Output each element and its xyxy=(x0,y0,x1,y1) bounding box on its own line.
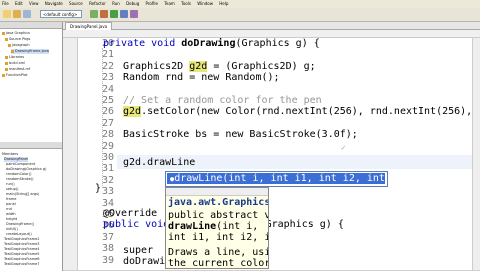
line-number: 30 xyxy=(101,152,114,163)
line-number: 26 xyxy=(101,106,114,118)
code-line: } xyxy=(95,183,102,194)
line-number: 24 xyxy=(101,83,114,95)
save-all-icon[interactable] xyxy=(23,10,31,18)
navigator-tab[interactable] xyxy=(0,142,62,149)
line-number: 38 xyxy=(101,243,114,255)
completion-item-drawline[interactable]: ●drawLine(int i, int i1, int i2, int i3)… xyxy=(167,173,439,184)
fold-guide xyxy=(102,48,103,188)
open-project-icon[interactable] xyxy=(13,10,21,18)
tree-item[interactable]: javagraph xyxy=(8,43,30,48)
editor-tab-bar: DrawingPanel.java xyxy=(63,22,480,30)
code-editor[interactable] xyxy=(63,22,480,270)
nav-item[interactable]: TestGraphicsFrame7 xyxy=(4,262,39,267)
cursor-marker: ✓ xyxy=(341,143,346,152)
build-icon[interactable] xyxy=(90,10,98,18)
tree-item-selected[interactable]: DrawingFrame.java xyxy=(11,49,49,54)
javadoc-signature: public abstract void xyxy=(168,210,268,221)
menu-debug[interactable]: Debug xyxy=(126,1,139,6)
debug-icon[interactable] xyxy=(120,10,128,18)
config-select[interactable]: <default config> xyxy=(40,10,82,18)
line-numbers: 20 21 22 23 24 25 26 27 28 29 30 31 32 3… xyxy=(66,38,116,270)
menu-refactor[interactable]: Refactor xyxy=(89,1,106,6)
line-number: 28 xyxy=(101,129,114,141)
line-number: 25 xyxy=(101,95,114,106)
code-line-current[interactable]: g2d.drawLine xyxy=(123,157,195,168)
javadoc-description: Draws a line, using xyxy=(168,247,268,258)
line-number: 31 xyxy=(101,163,114,175)
menu-window[interactable]: Window xyxy=(197,1,213,6)
projects-panel: Java Graphics Source Pkgs javagraph Draw… xyxy=(0,22,63,142)
code-line: BasicStroke bs = new BasicStroke(3.0f); xyxy=(123,129,358,140)
line-number: 23 xyxy=(101,72,114,84)
line-number: 21 xyxy=(101,49,114,61)
line-number: 27 xyxy=(101,117,114,129)
run-icon[interactable] xyxy=(110,10,118,18)
javadoc-signature: drawLine(int i, xyxy=(168,221,259,232)
code-completion-list: ●drawLine(int i, int i1, int i2, int i3)… xyxy=(165,171,439,187)
code-line: Graphics2D g2d = (Graphics2D) g; xyxy=(123,61,316,72)
vertical-scrollbar[interactable] xyxy=(472,38,480,270)
javadoc-popup: java.awt.Graphics public abstract void d… xyxy=(165,187,269,269)
tab-drawingpanel[interactable]: DrawingPanel.java xyxy=(65,22,113,30)
code-line: super xyxy=(123,245,154,256)
code-line: g2d.setColor(new Color(rnd.nextInt(256),… xyxy=(123,106,480,117)
menu-bar: File Edit View Navigate Source Refactor … xyxy=(0,0,480,8)
tree-item[interactable]: manifest.mf xyxy=(5,67,30,72)
menu-team[interactable]: Team xyxy=(164,1,175,6)
menu-run[interactable]: Run xyxy=(112,1,120,6)
tree-item[interactable]: Java Graphics xyxy=(2,31,30,36)
menu-profile[interactable]: Profile xyxy=(146,1,158,6)
code-comment: // Set a random color for the pen xyxy=(123,95,322,106)
tree-item[interactable]: Source Pkgs xyxy=(5,37,30,42)
javadoc-toolbar xyxy=(166,188,268,196)
menu-file[interactable]: File xyxy=(2,1,9,6)
line-number: 34 xyxy=(101,197,114,209)
menu-source[interactable]: Source xyxy=(69,1,83,6)
menu-edit[interactable]: Edit xyxy=(15,1,23,6)
line-number: 22 xyxy=(101,60,114,72)
tree-item[interactable]: Libraries xyxy=(5,55,24,60)
code-line: private void doDrawing(Graphics g) { xyxy=(103,38,320,49)
javadoc-signature: int i1, int i2, int i3) xyxy=(168,232,268,243)
menu-tools[interactable]: Tools xyxy=(181,1,191,6)
profile-icon[interactable] xyxy=(130,10,138,18)
line-number: 39 xyxy=(101,254,114,266)
line-number: 33 xyxy=(101,186,114,198)
navigator-panel: Members DrawingPanel paintComponent doDr… xyxy=(0,142,63,271)
editor-toolbar xyxy=(63,30,480,38)
javadoc-description: the current color, xyxy=(168,258,269,269)
clean-build-icon[interactable] xyxy=(100,10,108,18)
main-toolbar: <default config> xyxy=(0,8,480,22)
line-number: 32 xyxy=(101,174,114,186)
menu-navigate[interactable]: Navigate xyxy=(45,1,63,6)
new-project-icon[interactable] xyxy=(3,10,11,18)
tree-item[interactable]: FunctionPlot xyxy=(2,73,27,78)
code-line: Random rnd = new Random(); xyxy=(123,72,280,83)
javadoc-package[interactable]: java.awt.Graphics xyxy=(168,197,268,208)
menu-view[interactable]: View xyxy=(29,1,39,6)
tree-item[interactable]: build.xml xyxy=(5,61,25,66)
line-number: 37 xyxy=(101,231,114,243)
menu-help[interactable]: Help xyxy=(219,1,228,6)
code-annotation: @Override xyxy=(103,208,158,219)
projects-tab[interactable] xyxy=(0,22,62,29)
line-number: 29 xyxy=(101,140,114,152)
